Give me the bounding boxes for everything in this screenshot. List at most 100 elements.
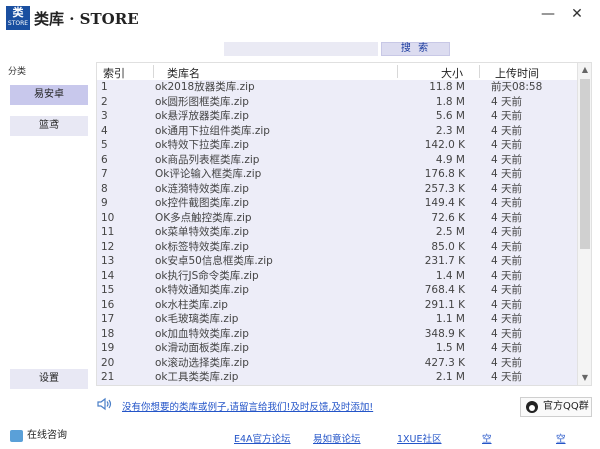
row-library-name: Ok评论输入框类库.zip — [155, 168, 262, 180]
vertical-scrollbar[interactable]: ▲ ▼ — [577, 63, 591, 385]
row-index: 17 — [101, 313, 115, 325]
sidebar-item-lanyuan[interactable]: 篮鸢 — [10, 116, 88, 136]
row-library-name: ok商品列表框类库.zip — [155, 153, 260, 166]
logo-glyph: 类 — [12, 6, 24, 19]
row-size: 72.6 K — [431, 211, 465, 224]
row-library-name: ok安卓50信息框类库.zip — [155, 255, 273, 267]
row-size: 85.0 K — [431, 240, 465, 253]
row-library-name: ok悬浮放器类库.zip — [155, 110, 249, 122]
row-upload-time: 前天08:58 — [491, 81, 543, 93]
row-index: 18 — [101, 327, 115, 340]
row-index: 4 — [101, 124, 108, 137]
row-size: 142.0 K — [424, 139, 465, 151]
logo-sub-text: STORE — [7, 20, 29, 27]
table-row[interactable]: 6 ok商品列表框类库.zip 4.9 M 4 天前 — [97, 153, 577, 168]
table-row[interactable]: 11 ok菜单特效类库.zip 2.5 M 4 天前 — [97, 225, 577, 240]
footer-link-empty-1[interactable]: 空 — [482, 431, 492, 445]
row-upload-time: 4 天前 — [491, 284, 523, 296]
row-index: 13 — [101, 255, 115, 267]
close-button[interactable]: ✕ — [566, 4, 588, 24]
sidebar-item-yi-android[interactable]: 易安卓 — [10, 85, 88, 105]
table-header: 索引 类库名 大小 上传时间 — [97, 63, 577, 81]
column-divider[interactable] — [479, 65, 480, 78]
row-size: 1.8 M — [435, 95, 465, 108]
row-index: 8 — [101, 182, 108, 195]
row-index: 20 — [101, 356, 115, 369]
row-size: 291.1 K — [424, 298, 465, 311]
footer-link-e4a-forum[interactable]: E4A官方论坛 — [234, 431, 291, 445]
row-library-name: ok特效下拉类库.zip — [155, 139, 249, 151]
row-upload-time: 4 天前 — [491, 269, 523, 282]
row-size: 149.4 K — [424, 197, 465, 209]
table-row[interactable]: 2 ok圆形图框类库.zip 1.8 M 4 天前 — [97, 95, 577, 110]
row-upload-time: 4 天前 — [491, 168, 523, 180]
row-library-name: ok通用下拉组件类库.zip — [155, 124, 270, 137]
table-row[interactable]: 8 ok涟漪特效类库.zip 257.3 K 4 天前 — [97, 182, 577, 197]
row-size: 1.4 M — [435, 269, 465, 282]
column-divider[interactable] — [397, 65, 398, 78]
table-row[interactable]: 12 ok标签特效类库.zip 85.0 K 4 天前 — [97, 240, 577, 255]
row-library-name: ok菜单特效类库.zip — [155, 226, 249, 238]
scroll-up-arrow-icon[interactable]: ▲ — [578, 63, 591, 77]
row-upload-time: 4 天前 — [491, 255, 523, 267]
table-row[interactable]: 18 ok加血特效类库.zip 348.9 K 4 天前 — [97, 327, 577, 342]
row-library-name: OK多点触控类库.zip — [155, 211, 252, 224]
row-index: 15 — [101, 284, 115, 296]
minimize-button[interactable]: — — [537, 4, 559, 24]
table-row[interactable]: 5 ok特效下拉类库.zip 142.0 K 4 天前 — [97, 138, 577, 153]
table-row[interactable]: 19 ok滑动面板类库.zip 1.5 M 4 天前 — [97, 341, 577, 356]
speaker-icon — [97, 397, 112, 411]
table-row[interactable]: 20 ok滚动选择类库.zip 427.3 K 4 天前 — [97, 356, 577, 371]
column-header-index[interactable]: 索引 — [103, 65, 125, 81]
table-row[interactable]: 3 ok悬浮放器类库.zip 5.6 M 4 天前 — [97, 109, 577, 124]
row-index: 12 — [101, 240, 115, 253]
column-header-upload-time[interactable]: 上传时间 — [495, 65, 539, 81]
table-row[interactable]: 10 OK多点触控类库.zip 72.6 K 4 天前 — [97, 211, 577, 226]
table-row[interactable]: 15 ok特效通知类库.zip 768.4 K 4 天前 — [97, 283, 577, 298]
table-row[interactable]: 7 Ok评论输入框类库.zip 176.8 K 4 天前 — [97, 167, 577, 182]
search-input[interactable] — [224, 42, 378, 56]
table-row[interactable]: 21 ok工具类类库.zip 2.1 M 4 天前 — [97, 370, 577, 385]
row-index: 21 — [101, 371, 115, 383]
row-index: 19 — [101, 342, 115, 354]
footer-link-empty-2[interactable]: 空 — [556, 431, 566, 445]
row-upload-time: 4 天前 — [491, 240, 523, 253]
app-title: 类库 · STORE — [34, 10, 139, 28]
table-row[interactable]: 9 ok控件截图类库.zip 149.4 K 4 天前 — [97, 196, 577, 211]
row-library-name: ok水柱类库.zip — [155, 298, 228, 311]
table-row[interactable]: 4 ok通用下拉组件类库.zip 2.3 M 4 天前 — [97, 124, 577, 139]
table-row[interactable]: 16 ok水柱类库.zip 291.1 K 4 天前 — [97, 298, 577, 313]
row-upload-time: 4 天前 — [491, 327, 523, 340]
row-upload-time: 4 天前 — [491, 110, 523, 122]
row-index: 16 — [101, 298, 115, 311]
app-logo-icon: 类 STORE — [6, 6, 30, 30]
row-library-name: ok执行JS命令类库.zip — [155, 269, 259, 282]
row-size: 1.1 M — [435, 313, 465, 325]
row-library-name: ok滑动面板类库.zip — [155, 342, 249, 354]
feedback-link[interactable]: 没有你想要的类库或例子,请留言给我们!及时反馈,及时添加! — [122, 399, 373, 413]
row-size: 427.3 K — [424, 356, 465, 369]
column-header-size[interactable]: 大小 — [441, 65, 463, 81]
row-library-name: ok工具类类库.zip — [155, 371, 239, 383]
column-header-name[interactable]: 类库名 — [167, 65, 200, 81]
row-library-name: ok加血特效类库.zip — [155, 327, 249, 340]
scrollbar-thumb[interactable] — [580, 79, 590, 249]
row-upload-time: 4 天前 — [491, 226, 523, 238]
table-row[interactable]: 17 ok毛玻璃类库.zip 1.1 M 4 天前 — [97, 312, 577, 327]
column-divider[interactable] — [153, 65, 154, 78]
table-row[interactable]: 13 ok安卓50信息框类库.zip 231.7 K 4 天前 — [97, 254, 577, 269]
qq-group-button[interactable]: 官方QQ群 — [520, 397, 592, 417]
row-size: 768.4 K — [424, 284, 465, 296]
row-library-name: ok圆形图框类库.zip — [155, 95, 249, 108]
settings-button[interactable]: 设置 — [10, 369, 88, 389]
row-index: 9 — [101, 197, 108, 209]
footer-link-1xue-community[interactable]: 1XUE社区 — [397, 431, 442, 445]
scroll-down-arrow-icon[interactable]: ▼ — [578, 371, 591, 385]
search-button[interactable]: 搜 索 — [381, 42, 450, 56]
table-row[interactable]: 1 ok2018放器类库.zip 11.8 M 前天08:58 — [97, 80, 577, 95]
table-row[interactable]: 14 ok执行JS命令类库.zip 1.4 M 4 天前 — [97, 269, 577, 284]
online-consult-button[interactable]: 在线咨询 — [10, 428, 67, 444]
library-table: 索引 类库名 大小 上传时间 1 ok2018放器类库.zip 11.8 M 前天08… — [96, 62, 592, 386]
chat-icon — [10, 430, 23, 442]
footer-link-yiruyi-forum[interactable]: 易如意论坛 — [313, 431, 361, 445]
